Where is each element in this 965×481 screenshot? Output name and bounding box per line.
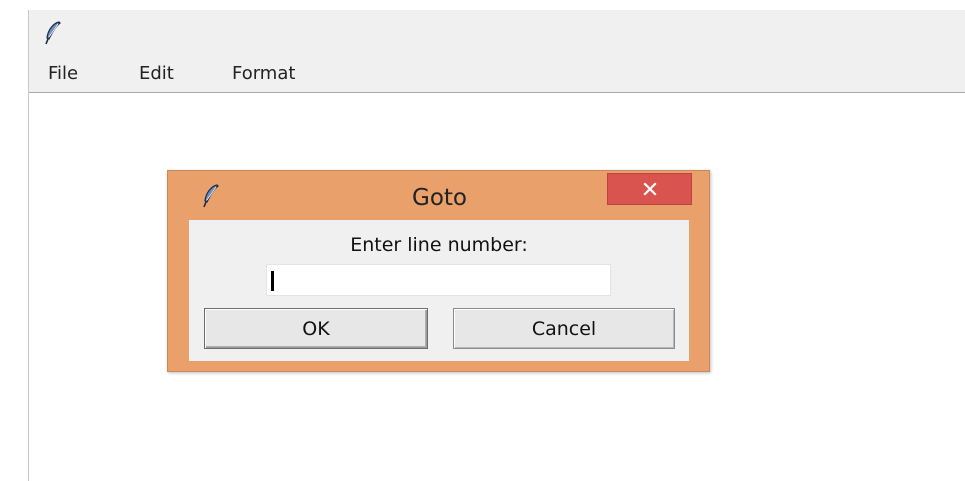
goto-dialog: Goto Enter line number: OK Cancel	[167, 170, 710, 372]
close-icon	[642, 182, 657, 196]
menu-file[interactable]: File	[48, 64, 78, 84]
text-caret	[271, 271, 274, 291]
menu-edit[interactable]: Edit	[139, 64, 174, 84]
close-button[interactable]	[607, 173, 692, 205]
screen: File Edit Format Goto Enter line number:…	[0, 0, 965, 481]
line-number-input[interactable]	[266, 264, 611, 296]
prompt-label: Enter line number:	[350, 234, 528, 256]
ok-button[interactable]: OK	[204, 308, 428, 349]
menu-format[interactable]: Format	[232, 64, 295, 84]
cancel-button[interactable]: Cancel	[453, 308, 675, 349]
window-title-bar[interactable]	[29, 10, 965, 57]
dialog-body: Enter line number: OK Cancel	[189, 220, 689, 361]
menu-bar: File Edit Format	[29, 57, 965, 93]
feather-icon	[45, 21, 61, 45]
